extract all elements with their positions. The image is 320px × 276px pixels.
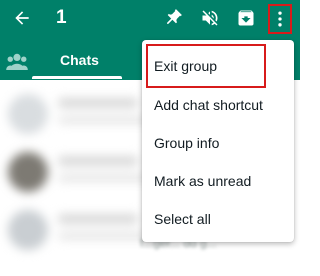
menu-item-label: Mark as unread bbox=[154, 173, 252, 189]
mute-icon[interactable] bbox=[200, 8, 220, 28]
archive-icon[interactable] bbox=[236, 8, 256, 28]
menu-item-add-chat-shortcut[interactable]: Add chat shortcut bbox=[142, 86, 294, 124]
more-vert-icon bbox=[278, 11, 282, 27]
tab-chats[interactable]: Chats bbox=[60, 52, 99, 68]
menu-item-select-all[interactable]: Select all bbox=[142, 200, 294, 238]
menu-item-exit-group[interactable]: Exit group bbox=[142, 47, 294, 85]
menu-item-label: Group info bbox=[154, 135, 220, 151]
back-arrow-icon[interactable] bbox=[12, 8, 32, 28]
more-options-button[interactable] bbox=[268, 4, 292, 34]
menu-item-label: Select all bbox=[154, 211, 211, 227]
top-app-bar: 1 bbox=[0, 0, 300, 38]
menu-item-mark-as-unread[interactable]: Mark as unread bbox=[142, 162, 294, 200]
active-tab-indicator bbox=[32, 76, 122, 79]
pin-icon[interactable] bbox=[163, 8, 183, 28]
communities-icon[interactable] bbox=[6, 52, 28, 70]
menu-item-group-info[interactable]: Group info bbox=[142, 124, 294, 162]
menu-item-label: Add chat shortcut bbox=[154, 97, 263, 113]
selected-count: 1 bbox=[56, 7, 67, 28]
menu-item-label: Exit group bbox=[154, 58, 218, 74]
overflow-menu: Exit group Add chat shortcut Group info … bbox=[142, 40, 294, 242]
